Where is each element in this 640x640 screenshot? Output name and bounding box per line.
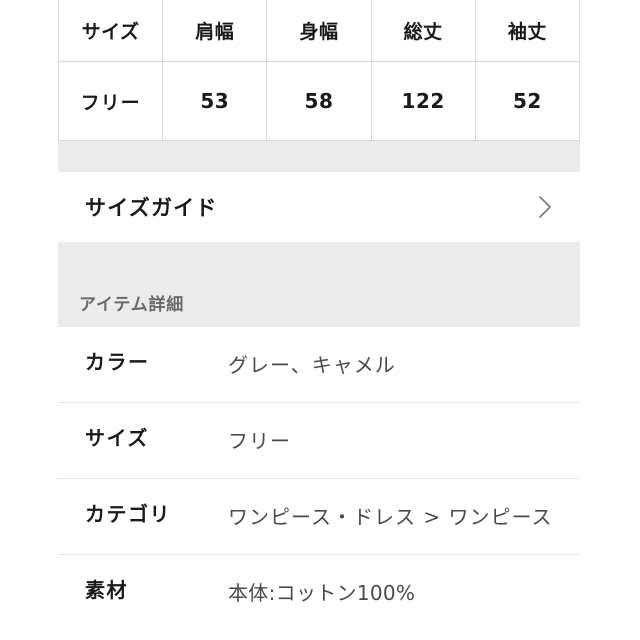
size-table-header-row: サイズ 肩幅 身幅 総丈 袖丈 <box>57 0 581 62</box>
size-table-cell: 52 <box>475 61 581 141</box>
chevron-right-icon <box>536 193 554 221</box>
product-detail-page: サイズ 肩幅 身幅 総丈 袖丈 フリー 53 58 122 52 サイズガイド … <box>0 0 640 640</box>
size-table-body: フリー 53 58 122 52 <box>57 61 581 141</box>
detail-label: 素材 <box>85 578 128 602</box>
section-spacer-band <box>58 141 580 172</box>
detail-label: カラー <box>85 350 150 374</box>
size-table-header-cell: 身幅 <box>266 0 372 62</box>
detail-label: カテゴリ <box>85 502 171 526</box>
detail-row-color: カラー グレー、キャメル <box>58 327 580 402</box>
detail-value: グレー、キャメル <box>228 353 396 377</box>
detail-value: ワンピース・ドレス > ワンピース <box>228 505 553 529</box>
size-guide-link-row[interactable]: サイズガイド <box>58 172 580 242</box>
size-table-cell: 122 <box>371 61 476 141</box>
size-table-cell: 58 <box>266 61 372 141</box>
item-details-section-header: アイテム詳細 <box>58 242 580 327</box>
size-measurement-table: サイズ 肩幅 身幅 総丈 袖丈 フリー 53 58 122 52 <box>57 0 581 141</box>
size-table-header-cell: 総丈 <box>371 0 476 62</box>
table-row: フリー 53 58 122 52 <box>57 61 581 141</box>
detail-row-material: 素材 本体:コットン100% <box>58 554 580 630</box>
content-column: サイズ 肩幅 身幅 総丈 袖丈 フリー 53 58 122 52 サイズガイド … <box>57 0 581 630</box>
detail-label: サイズ <box>85 426 149 450</box>
size-guide-label: サイズガイド <box>85 196 218 220</box>
size-table-head: サイズ 肩幅 身幅 総丈 袖丈 <box>57 0 581 62</box>
item-details-section-title: アイテム詳細 <box>79 295 185 315</box>
size-table-header-cell: 肩幅 <box>162 0 268 62</box>
detail-value: 本体:コットン100% <box>228 581 416 605</box>
detail-row-size: サイズ フリー <box>58 402 580 478</box>
detail-row-category: カテゴリ ワンピース・ドレス > ワンピース <box>58 478 580 554</box>
detail-value: フリー <box>228 429 291 453</box>
size-table-cell: フリー <box>57 61 164 141</box>
size-table-header-cell: サイズ <box>57 0 164 62</box>
size-table-header-cell: 袖丈 <box>475 0 581 62</box>
size-table-cell: 53 <box>162 61 268 141</box>
